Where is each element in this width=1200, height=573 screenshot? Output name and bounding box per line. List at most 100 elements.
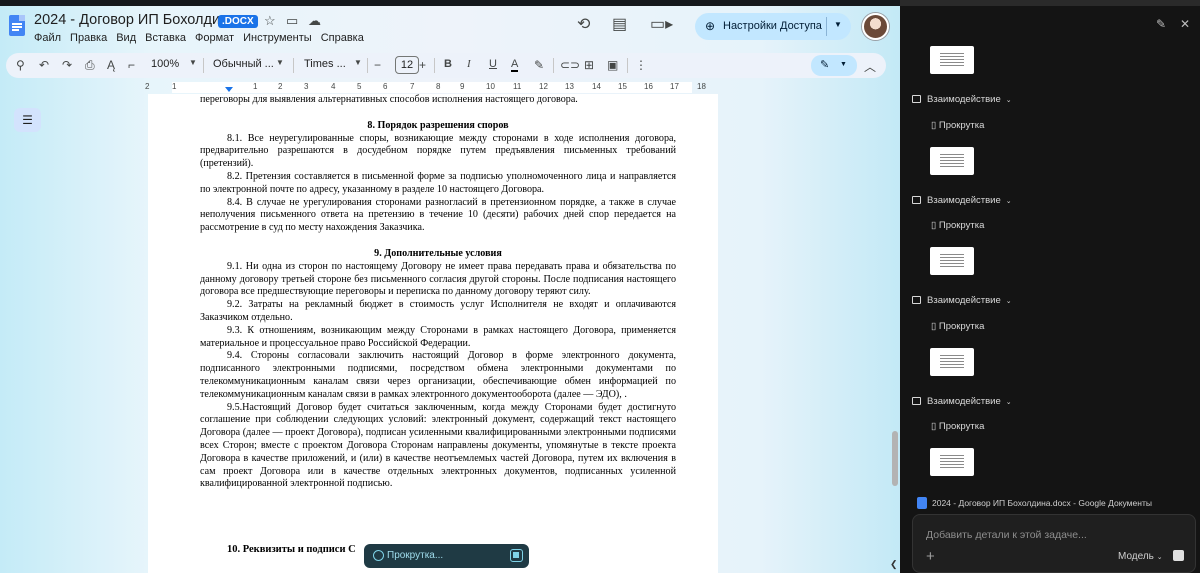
bold-button[interactable]: B xyxy=(444,58,452,70)
menu-edit[interactable]: Правка xyxy=(70,32,107,44)
ruler[interactable]: 2 1 1 2 3 4 5 6 7 8 9 10 11 12 13 14 15 … xyxy=(145,82,723,93)
close-panel-icon[interactable]: ✕ xyxy=(1180,17,1190,31)
font-select[interactable]: Times ... xyxy=(304,58,346,70)
paint-format-icon[interactable]: ⌐ xyxy=(128,58,135,72)
screenshot-thumbnail[interactable] xyxy=(930,348,974,376)
search-menus-icon[interactable]: ⚲ xyxy=(16,58,25,72)
chevron-down-icon: ⌄ xyxy=(1005,399,1012,406)
screenshot-thumbnail[interactable] xyxy=(930,147,974,175)
stop-button[interactable] xyxy=(1173,550,1184,561)
redo-icon[interactable]: ↷ xyxy=(62,58,72,72)
ruler-area xyxy=(172,82,692,93)
comments-icon[interactable]: ▤ xyxy=(612,14,627,34)
zoom-chevron-icon[interactable]: ▼ xyxy=(189,58,197,67)
substep-scroll: ▯ Прокрутка xyxy=(931,321,984,332)
menu-file[interactable]: Файл xyxy=(34,32,61,44)
menu-view[interactable]: Вид xyxy=(116,32,136,44)
ruler-tick: 7 xyxy=(410,82,415,91)
vertical-scrollbar[interactable]: ❮ xyxy=(890,95,900,573)
menu-insert[interactable]: Вставка xyxy=(145,32,186,44)
ruler-tick: 18 xyxy=(697,82,706,91)
substep-scroll: ▯ Прокрутка xyxy=(931,220,984,231)
ruler-tick: 2 xyxy=(145,82,150,91)
substep-scroll: ▯ Прокрутка xyxy=(931,421,984,432)
add-comment-icon[interactable]: ⊞ xyxy=(584,58,594,72)
print-icon[interactable]: ⎙ xyxy=(85,58,95,73)
menu-help[interactable]: Справка xyxy=(321,32,364,44)
paragraph-9-3: 9.3. К отношениям, возникающим между Сто… xyxy=(200,324,676,349)
scroll-icon: ▯ xyxy=(931,220,937,231)
toolbar-divider xyxy=(293,58,294,73)
insert-link-icon[interactable]: ⊂⊃ xyxy=(560,58,580,72)
star-icon[interactable]: ☆ xyxy=(264,13,276,29)
indent-marker-icon[interactable] xyxy=(225,87,233,92)
style-select[interactable]: Обычный ... xyxy=(213,58,274,70)
screenshot-thumbnail[interactable] xyxy=(930,448,974,476)
chevron-down-icon: ⌄ xyxy=(1156,554,1163,561)
menu-tools[interactable]: Инструменты xyxy=(243,32,312,44)
add-attachment-icon[interactable]: + xyxy=(926,548,935,565)
hide-menus-icon[interactable]: ︿ xyxy=(864,58,876,75)
ruler-tick: 10 xyxy=(486,82,495,91)
screenshot-thumbnail[interactable] xyxy=(930,247,974,275)
paragraph-8-4: 8.4. В случае не урегулирования сторонам… xyxy=(200,196,676,234)
toolbar-divider xyxy=(627,58,628,73)
document-title[interactable]: 2024 - Договор ИП Бохолдина xyxy=(34,12,236,28)
section-9-heading: 9. Дополнительные условия xyxy=(374,247,502,259)
formatting-toolbar: ⚲ ↶ ↷ ⎙ Ą ⌐ 100% ▼ Обычный ... ▼ Times .… xyxy=(6,53,886,78)
model-select-label: Модель xyxy=(1118,551,1154,562)
step-label: Взаимодействие xyxy=(927,94,1001,105)
zoom-select[interactable]: 100% xyxy=(151,58,179,70)
font-chevron-icon[interactable]: ▼ xyxy=(354,58,362,67)
italic-button[interactable]: I xyxy=(467,58,471,70)
highlight-icon[interactable]: ✎ xyxy=(534,58,544,72)
scrollbar-thumb[interactable] xyxy=(892,431,898,486)
insert-image-icon[interactable]: ▣ xyxy=(607,58,618,72)
docs-logo-icon[interactable] xyxy=(9,15,25,36)
ruler-tick: 1 xyxy=(253,82,258,91)
history-icon[interactable]: ⟲ xyxy=(577,14,590,34)
task-composer[interactable]: Добавить детали к этой задаче... + Модел… xyxy=(912,514,1196,573)
step-interaction[interactable]: Взаимодействие ⌄ xyxy=(912,195,1012,206)
underline-button[interactable]: U xyxy=(489,58,497,70)
model-select[interactable]: Модель ⌄ xyxy=(1118,551,1163,562)
paragraph-9-5: 9.5.Настоящий Договор будет считаться за… xyxy=(200,401,676,490)
stop-agent-button[interactable] xyxy=(510,549,523,562)
active-tab-reference[interactable]: 2024 - Договор ИП Бохолдина.docx - Googl… xyxy=(917,497,1152,509)
toolbar-divider xyxy=(434,58,435,73)
paragraph-9-1: 9.1. Ни одна из сторон по настоящему Дог… xyxy=(200,260,676,298)
more-options-icon[interactable]: ⋮ xyxy=(635,58,647,72)
meet-icon[interactable]: ▭▸ xyxy=(650,14,673,34)
chevron-down-icon[interactable]: ▼ xyxy=(834,20,842,29)
ruler-tick: 2 xyxy=(278,82,283,91)
share-button[interactable]: ⊕ Настройки Доступа ▼ xyxy=(695,13,851,40)
increase-font-icon[interactable]: + xyxy=(419,58,426,72)
ruler-tick: 8 xyxy=(436,82,441,91)
decrease-font-icon[interactable]: − xyxy=(374,58,381,72)
scroll-left-arrow-icon[interactable]: ❮ xyxy=(890,559,898,570)
undo-icon[interactable]: ↶ xyxy=(39,58,49,72)
ruler-tick: 9 xyxy=(460,82,465,91)
document-outline-button[interactable]: ☰ xyxy=(14,108,41,132)
cloud-status-icon[interactable]: ☁ xyxy=(308,13,321,29)
window-icon xyxy=(912,196,921,204)
editing-mode-button[interactable]: ✎ ▼ xyxy=(811,55,857,76)
edit-task-icon[interactable]: ✎ xyxy=(1156,17,1166,31)
step-interaction[interactable]: Взаимодействие ⌄ xyxy=(912,396,1012,407)
document-page[interactable]: переговоры для выявления альтернативных … xyxy=(148,94,718,573)
google-docs-window: 2024 - Договор ИП Бохолдина .DOCX ☆ ▭ ☁ … xyxy=(0,0,900,573)
step-interaction[interactable]: Взаимодействие ⌄ xyxy=(912,295,1012,306)
edit-mode-chevron-icon: ▼ xyxy=(840,61,847,68)
menu-format[interactable]: Формат xyxy=(195,32,234,44)
task-input[interactable]: Добавить детали к этой задаче... xyxy=(926,529,1087,541)
step-interaction[interactable]: Взаимодействие ⌄ xyxy=(912,94,1012,105)
text-color-button[interactable]: A xyxy=(511,58,519,72)
style-chevron-icon[interactable]: ▼ xyxy=(276,58,284,67)
share-divider xyxy=(826,17,827,36)
screenshot-thumbnail[interactable] xyxy=(930,46,974,74)
spellcheck-icon[interactable]: Ą xyxy=(107,58,115,72)
move-folder-icon[interactable]: ▭ xyxy=(286,13,298,29)
substep-label: Прокрутка xyxy=(938,120,985,131)
font-size-input[interactable]: 12 xyxy=(395,56,419,74)
avatar[interactable] xyxy=(862,13,889,40)
